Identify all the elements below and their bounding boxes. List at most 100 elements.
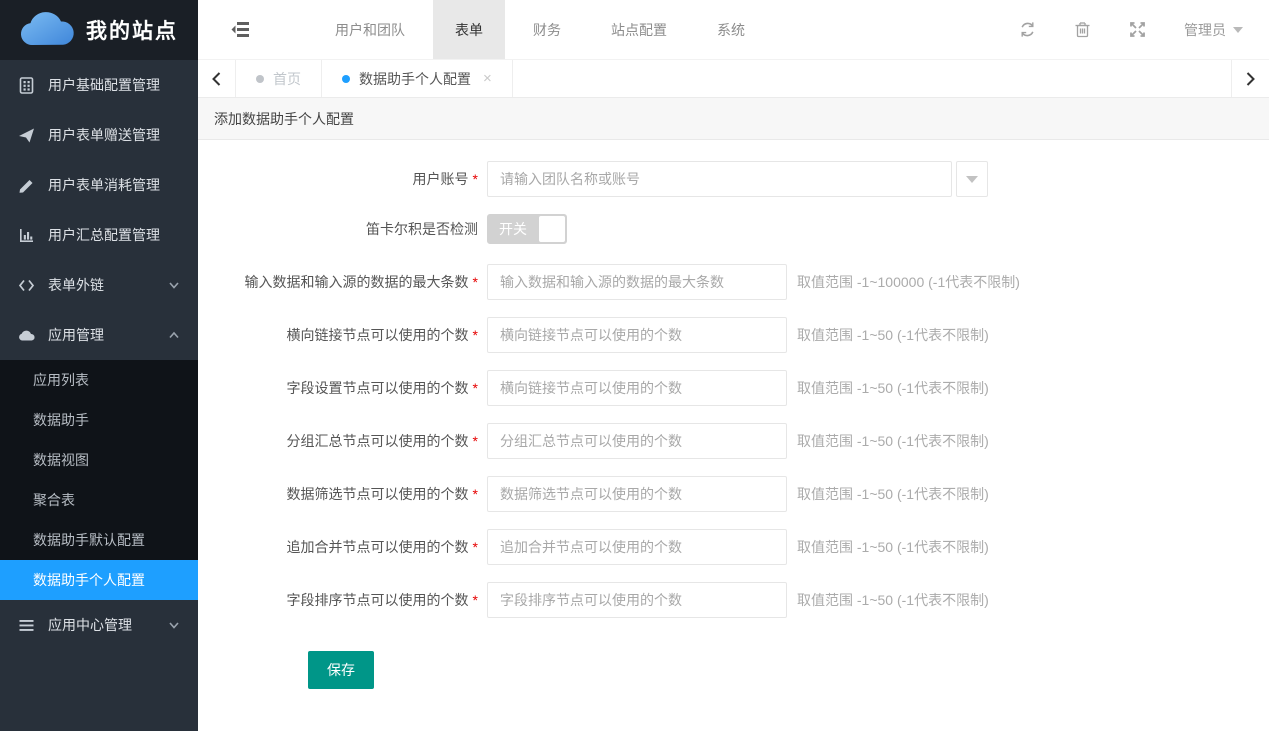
field-hint: 取值范围 -1~50 (-1代表不限制) (797, 378, 989, 398)
field-label: 输入数据和输入源的数据的最大条数* (198, 272, 478, 292)
field-hint: 取值范围 -1~50 (-1代表不限制) (797, 325, 989, 345)
site-title: 我的站点 (86, 15, 178, 45)
nav-item[interactable]: 财务 (511, 0, 583, 59)
field-hint: 取值范围 -1~50 (-1代表不限制) (797, 537, 989, 557)
field-control (487, 423, 787, 459)
fullscreen-icon[interactable] (1129, 21, 1146, 38)
required-asterisk: * (473, 539, 478, 555)
field-control (487, 529, 787, 565)
required-asterisk: * (473, 327, 478, 343)
sidebar-item-label: 应用管理 (48, 325, 168, 345)
admin-dropdown[interactable]: 管理员 (1184, 20, 1243, 40)
switch-knob (539, 216, 565, 242)
trash-icon[interactable] (1074, 21, 1091, 38)
sidebar-subitem-aggregate-table[interactable]: 聚合表 (0, 480, 198, 520)
tab[interactable]: 数据助手个人配置 × (322, 60, 513, 97)
field-control (487, 264, 787, 300)
form-row-field-setting-nodes: 字段设置节点可以使用的个数*取值范围 -1~50 (-1代表不限制) (198, 370, 1269, 406)
required-asterisk: * (473, 592, 478, 608)
user-account-select[interactable] (487, 161, 952, 197)
sidebar-item-label: 表单外链 (48, 275, 168, 295)
append-merge-nodes-input[interactable] (487, 529, 787, 565)
sidebar-item-label: 应用中心管理 (48, 615, 168, 635)
nav-item[interactable]: 表单 (433, 0, 505, 59)
form-row-append-merge-nodes: 追加合并节点可以使用的个数* 取值范围 -1~50 (-1代表不限制) (198, 529, 1269, 565)
sidebar-subitem-data-assistant-default-config[interactable]: 数据助手默认配置 (0, 520, 198, 560)
cloud-logo-icon (18, 9, 76, 52)
app-window: 我的站点 用户基础配置管理用户表单赠送管理用户表单消耗管理用户汇总配置管理表单外… (0, 0, 1269, 731)
tab-dot-icon (342, 75, 350, 83)
sidebar-item-user-summary-config[interactable]: 用户汇总配置管理 (0, 210, 198, 260)
required-asterisk: * (473, 433, 478, 449)
sidebar-collapse-icon[interactable] (210, 0, 270, 59)
form: 用户账号* 笛卡尔积是否检测 开关输入数据和输入源的数据的最大条数* 取值范围 -1~… (198, 140, 1269, 731)
menu-icon (18, 617, 35, 634)
sidebar-subitem-data-assistant[interactable]: 数据助手 (0, 400, 198, 440)
tabs-scroll-right-icon[interactable] (1231, 60, 1269, 97)
sidebar-subitem-data-view[interactable]: 数据视图 (0, 440, 198, 480)
nav-item[interactable]: 用户和团队 (313, 0, 427, 59)
chevron-down-icon (966, 176, 978, 183)
field-label: 追加合并节点可以使用的个数* (198, 537, 478, 557)
field-control (487, 161, 988, 197)
refresh-icon[interactable] (1019, 21, 1036, 38)
sidebar-submenu: 应用列表数据助手数据视图聚合表数据助手默认配置数据助手个人配置 (0, 360, 198, 600)
field-label: 笛卡尔积是否检测 (198, 219, 478, 239)
close-icon[interactable]: × (483, 70, 492, 87)
save-button[interactable]: 保存 (308, 651, 374, 689)
top-header: 用户和团队表单财务站点配置系统 (198, 0, 1269, 60)
select-arrow-button[interactable] (956, 161, 988, 197)
admin-label: 管理员 (1184, 20, 1226, 40)
chevron-down-icon (1233, 27, 1243, 33)
tab-label: 数据助手个人配置 (359, 69, 471, 89)
form-row-cartesian-product-check: 笛卡尔积是否检测 开关 (198, 214, 1269, 244)
tab-dot-icon (256, 75, 264, 83)
bar-chart-icon (18, 227, 35, 244)
tabs-scroll-left-icon[interactable] (198, 60, 236, 97)
field-control (487, 582, 787, 618)
sidebar-item-user-base-config[interactable]: 用户基础配置管理 (0, 60, 198, 110)
switch-label: 开关 (499, 219, 527, 239)
data-filter-nodes-input[interactable] (487, 476, 787, 512)
sidebar-item-label: 用户汇总配置管理 (48, 225, 180, 245)
field-control (487, 370, 787, 406)
horizontal-link-nodes-input[interactable] (487, 317, 787, 353)
cartesian-product-check-switch[interactable]: 开关 (487, 214, 567, 244)
form-row-field-sort-nodes: 字段排序节点可以使用的个数*取值范围 -1~50 (-1代表不限制) (198, 582, 1269, 618)
field-hint: 取值范围 -1~50 (-1代表不限制) (797, 590, 989, 610)
required-asterisk: * (473, 486, 478, 502)
sidebar-menu: 用户基础配置管理用户表单赠送管理用户表单消耗管理用户汇总配置管理表单外链应用管理… (0, 60, 198, 731)
field-setting-nodes-input[interactable] (487, 370, 787, 406)
chevron-down-icon (168, 619, 180, 631)
required-asterisk: * (473, 380, 478, 396)
header-actions: 管理员 (1019, 0, 1269, 59)
nav-item[interactable]: 站点配置 (589, 0, 689, 59)
sidebar-item-app-management[interactable]: 应用管理 (0, 310, 198, 360)
logo[interactable]: 我的站点 (0, 0, 198, 60)
sidebar-item-label: 用户基础配置管理 (48, 75, 180, 95)
form-row-max-input-rows: 输入数据和输入源的数据的最大条数* 取值范围 -1~100000 (-1代表不限制… (198, 264, 1269, 300)
main-area: 用户和团队表单财务站点配置系统 (198, 0, 1269, 731)
form-row-user-account: 用户账号* (198, 161, 1269, 197)
sidebar-item-app-center-management[interactable]: 应用中心管理 (0, 600, 198, 650)
field-hint: 取值范围 -1~100000 (-1代表不限制) (797, 272, 1020, 292)
field-label: 数据筛选节点可以使用的个数* (198, 484, 478, 504)
nav-item[interactable]: 系统 (695, 0, 767, 59)
tab-label: 首页 (273, 69, 301, 89)
form-row-group-summary-nodes: 分组汇总节点可以使用的个数*取值范围 -1~50 (-1代表不限制) (198, 423, 1269, 459)
max-input-rows-input[interactable] (487, 264, 787, 300)
chevron-down-icon (168, 279, 180, 291)
sidebar-item-form-external-link[interactable]: 表单外链 (0, 260, 198, 310)
sidebar-subitem-app-list[interactable]: 应用列表 (0, 360, 198, 400)
sidebar-item-user-form-gift[interactable]: 用户表单赠送管理 (0, 110, 198, 160)
field-label: 横向链接节点可以使用的个数* (198, 325, 478, 345)
field-label: 用户账号* (198, 169, 478, 189)
sidebar-subitem-data-assistant-personal-config[interactable]: 数据助手个人配置 (0, 560, 198, 600)
group-summary-nodes-input[interactable] (487, 423, 787, 459)
tab[interactable]: 首页 (236, 60, 322, 97)
field-hint: 取值范围 -1~50 (-1代表不限制) (797, 484, 989, 504)
field-sort-nodes-input[interactable] (487, 582, 787, 618)
sidebar-item-user-form-consume[interactable]: 用户表单消耗管理 (0, 160, 198, 210)
send-icon (18, 127, 35, 144)
cloud-icon (18, 327, 35, 344)
